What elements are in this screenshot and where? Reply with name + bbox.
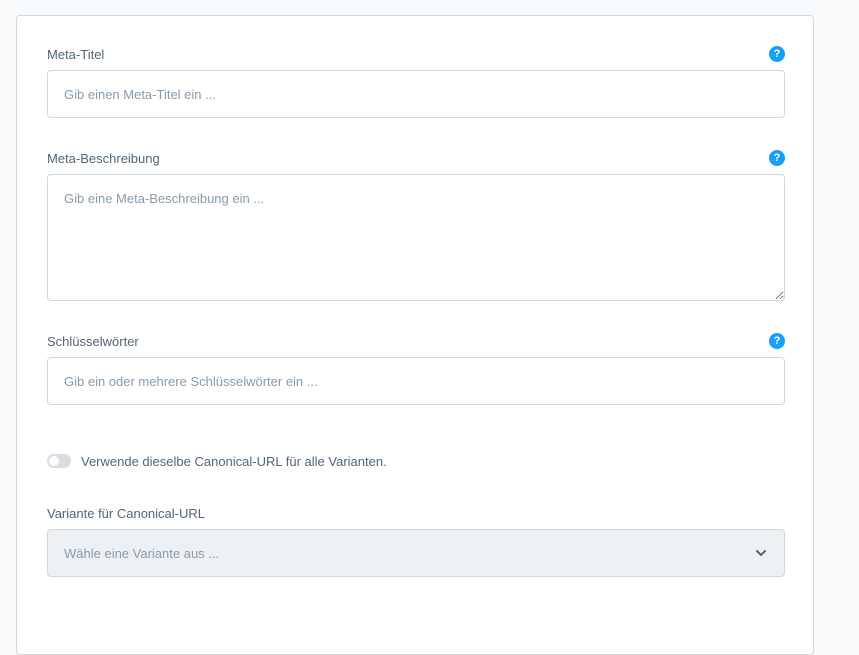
meta-title-input[interactable] (47, 70, 785, 118)
meta-title-help-icon[interactable]: ? (769, 46, 785, 62)
canonical-url-toggle[interactable] (47, 454, 71, 468)
toggle-knob (49, 456, 59, 466)
meta-title-label: Meta-Titel (47, 47, 105, 62)
canonical-variant-placeholder: Wähle eine Variante aus ... (64, 545, 220, 561)
canonical-variant-label: Variante für Canonical-URL (47, 506, 205, 521)
meta-description-textarea[interactable] (47, 174, 785, 301)
keywords-label: Schlüsselwörter (47, 334, 139, 349)
canonical-toggle-row: Verwende dieselbe Canonical-URL für alle… (47, 452, 387, 470)
meta-description-help-icon[interactable]: ? (769, 150, 785, 166)
seo-card: Meta-Titel ? Meta-Beschreibung ? Schlüss… (16, 15, 814, 655)
canonical-variant-select[interactable]: Wähle eine Variante aus ... (47, 529, 785, 577)
canonical-toggle-label[interactable]: Verwende dieselbe Canonical-URL für alle… (81, 454, 387, 469)
keywords-input[interactable] (47, 357, 785, 405)
meta-description-label: Meta-Beschreibung (47, 151, 160, 166)
keywords-help-icon[interactable]: ? (769, 333, 785, 349)
chevron-down-icon (756, 550, 766, 556)
